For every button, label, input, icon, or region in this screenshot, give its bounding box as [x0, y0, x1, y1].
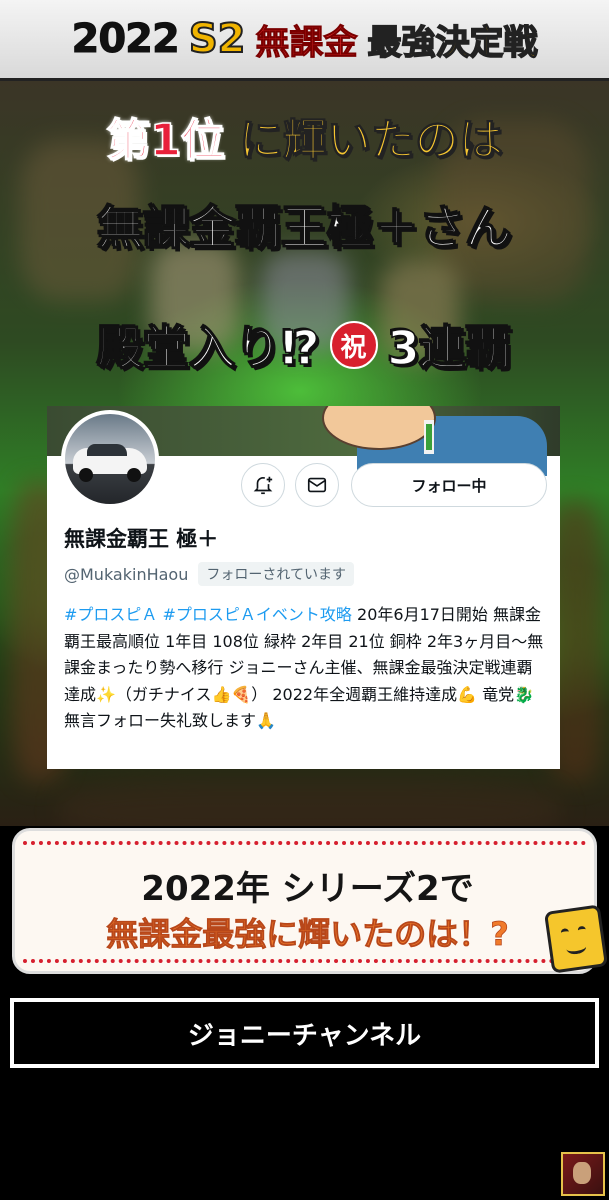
profile-bio: #プロスピＡ #プロスピＡイベント攻略 20年6月17日開始 無課金 覇王最高順… — [64, 602, 548, 735]
banner-saikyo: 最強決定戦 — [367, 22, 539, 64]
channel-avatar-icon[interactable] — [561, 1152, 605, 1196]
envelope-icon — [307, 477, 327, 493]
illustration-tie — [426, 424, 432, 450]
streak-label: 3連覇 — [387, 320, 513, 376]
mascot-icon — [543, 904, 609, 974]
iwai-badge-icon: 祝 — [329, 321, 378, 369]
bell-plus-icon — [253, 476, 273, 495]
handle-row: @MukakinHaou フォローされています — [64, 562, 354, 586]
mascot-eye — [577, 925, 587, 935]
notification-bell-button[interactable] — [241, 463, 285, 507]
car-wheel — [127, 468, 141, 482]
rank-rest-label: に輝いたのは — [238, 115, 503, 167]
title-banner: 2022 S2 無課金 最強決定戦 — [0, 0, 609, 81]
hashtag-link[interactable]: #プロスピＡイベント攻略 — [163, 605, 352, 624]
rank-label: 第1位 — [105, 114, 225, 167]
caption-stitch — [23, 959, 586, 963]
banner-year: 2022 — [71, 16, 180, 63]
caption-line-2: 無課金最強に輝いたのは！? — [106, 915, 509, 954]
avatar[interactable] — [61, 410, 159, 508]
hall-of-fame-label: 殿堂入り⁉︎ — [97, 320, 321, 376]
profile-card: フォロー中 無課金覇王 極＋ @MukakinHaou フォローされています #… — [47, 406, 560, 769]
banner-season: S2 — [188, 15, 247, 63]
winner-name: 無課金覇王極＋さん — [97, 200, 513, 256]
caption-line-1: 2022年 シリーズ2で — [141, 869, 474, 909]
rank-headline: 第1位 に輝いたのは — [0, 104, 609, 168]
channel-name-box: ジョニーチャンネル — [10, 998, 599, 1068]
following-button[interactable]: フォロー中 — [351, 463, 547, 507]
hall-of-fame-line: 殿堂入り⁉︎ 祝 3連覇 — [0, 312, 609, 378]
profile-display-name: 無課金覇王 極＋ — [64, 527, 219, 551]
follows-you-badge: フォローされています — [198, 562, 354, 586]
car-wheel — [79, 468, 93, 482]
car-window — [87, 444, 127, 456]
caption-box: 2022年 シリーズ2で 無課金最強に輝いたのは！? — [12, 828, 597, 974]
hashtag-link[interactable]: #プロスピＡ — [64, 605, 157, 624]
mascot-mouth — [565, 939, 587, 956]
caption-stitch — [23, 841, 586, 845]
banner-mukakin: 無課金 — [255, 22, 358, 63]
profile-handle: @MukakinHaou — [64, 564, 189, 584]
message-button[interactable] — [295, 463, 339, 507]
mascot-eye — [560, 927, 570, 937]
